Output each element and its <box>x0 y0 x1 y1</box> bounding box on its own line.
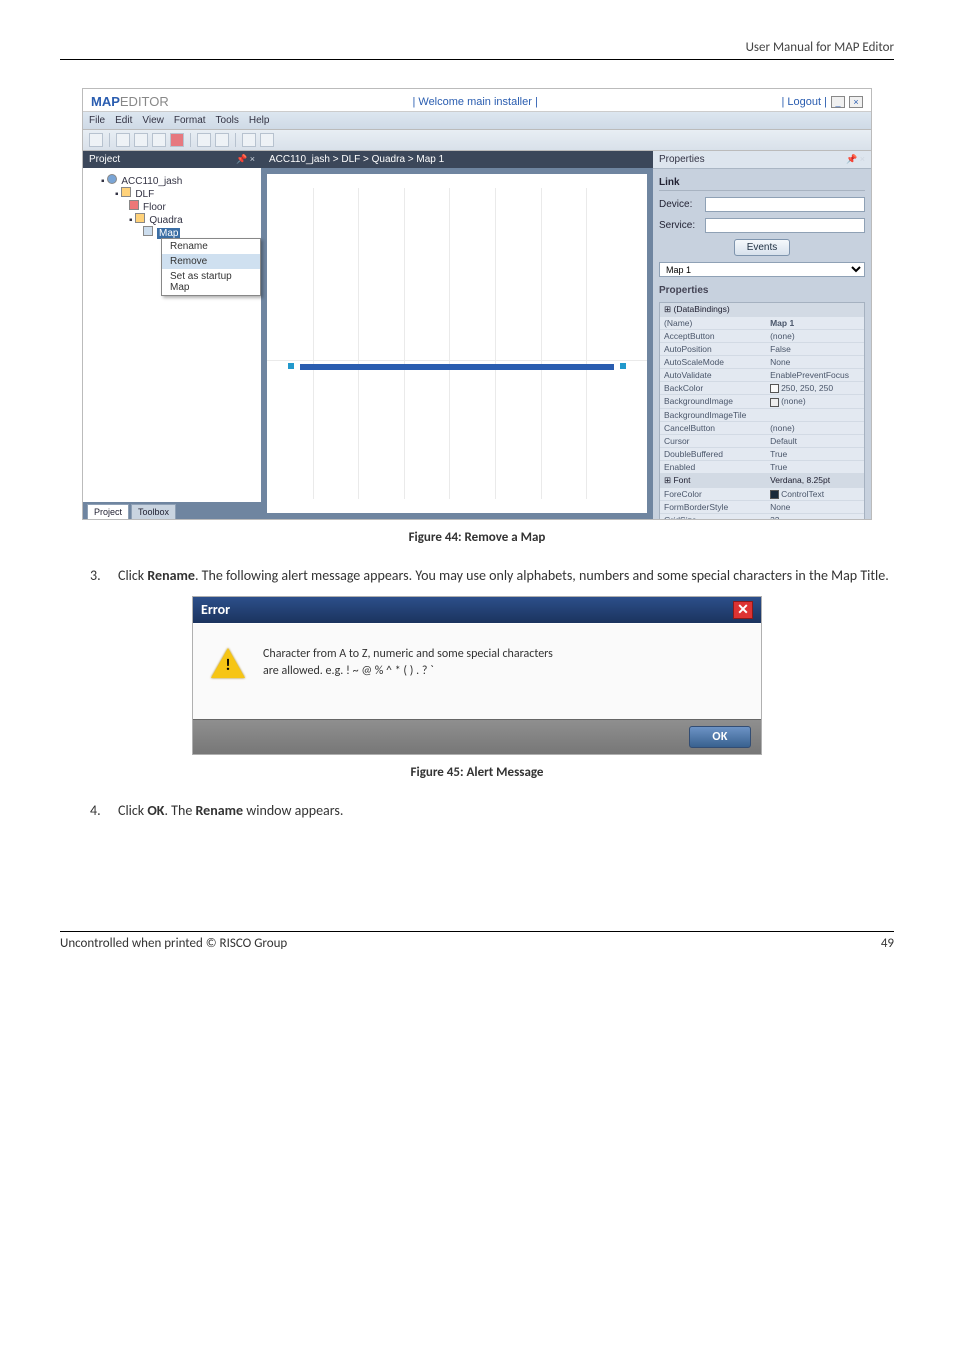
error-message: Character from A to Z, numeric and some … <box>263 646 553 680</box>
warning-icon: ! <box>211 648 245 678</box>
menu-file[interactable]: File <box>89 115 105 126</box>
menu-edit[interactable]: Edit <box>115 115 132 126</box>
toolbar-icon[interactable] <box>197 133 211 147</box>
ctx-remove[interactable]: Remove <box>162 254 260 269</box>
page-footer: Uncontrolled when printed © RISCO Group … <box>60 931 894 951</box>
tab-toolbox[interactable]: Toolbox <box>131 504 176 519</box>
service-label: Service: <box>659 220 699 231</box>
context-menu: Rename Remove Set as startup Map <box>161 238 261 296</box>
step-4: 4. Click OK. The Rename window appears. <box>90 802 894 821</box>
figure44-caption: Figure 44: Remove a Map <box>60 530 894 545</box>
toolbar-icon[interactable] <box>152 133 166 147</box>
screenshot-map-editor: MAPEDITOR | Welcome main installer | | L… <box>82 88 872 520</box>
map-canvas[interactable] <box>267 174 647 513</box>
figure45-caption: Figure 45: Alert Message <box>60 765 894 780</box>
ctx-startup[interactable]: Set as startup Map <box>162 269 260 295</box>
close-icon[interactable]: ✕ <box>733 601 753 619</box>
close-icon[interactable]: × <box>849 96 863 108</box>
tree-root[interactable]: ▪ ACC110_jash ▪ DLF Floor ▪ Quadra Map <box>101 174 257 239</box>
ok-button[interactable]: OK <box>689 726 751 748</box>
tree-dlf[interactable]: ▪ DLF Floor ▪ Quadra Map <box>115 187 257 239</box>
menu-help[interactable]: Help <box>249 115 270 126</box>
menu-format[interactable]: Format <box>174 115 206 126</box>
service-input[interactable] <box>705 218 865 233</box>
app-brand: MAPEDITOR <box>91 94 169 109</box>
tab-project[interactable]: Project <box>87 504 129 519</box>
app-titlebar: MAPEDITOR | Welcome main installer | | L… <box>83 89 871 111</box>
error-titlebar: Error ✕ <box>193 597 761 623</box>
toolbar-icon[interactable] <box>242 133 256 147</box>
properties-title: Properties <box>659 154 705 165</box>
project-panel: Project 📌 × ▪ ACC110_jash ▪ DLF Floor ▪ … <box>83 151 261 519</box>
page-header: User Manual for MAP Editor <box>60 40 894 60</box>
tree-floor[interactable]: Floor <box>129 200 257 213</box>
welcome-text: | Welcome main installer | <box>412 96 537 108</box>
propgrid-heading: Properties <box>659 285 865 296</box>
link-heading: Link <box>659 175 865 191</box>
screenshot-error-dialog: Error ✕ ! Character from A to Z, numeric… <box>192 596 762 756</box>
events-button[interactable]: Events <box>734 239 791 256</box>
menu-bar: File Edit View Format Tools Help <box>83 111 871 130</box>
pin-icon[interactable]: 📌 × <box>846 154 865 165</box>
properties-panel: Properties 📌 × Link Device: Service: Eve… <box>653 151 871 519</box>
device-input[interactable] <box>705 197 865 212</box>
menu-tools[interactable]: Tools <box>216 115 239 126</box>
ctx-rename[interactable]: Rename <box>162 239 260 254</box>
toolbar-icon[interactable] <box>170 133 184 147</box>
toolbar-icon[interactable] <box>134 133 148 147</box>
toolbar-icon[interactable] <box>116 133 130 147</box>
breadcrumb: ACC110_jash > DLF > Quadra > Map 1 <box>261 151 653 168</box>
logout-link[interactable]: | Logout | <box>782 96 827 108</box>
minimize-icon[interactable]: _ <box>831 96 845 108</box>
step-3: 3. Click Rename. The following alert mes… <box>90 567 894 586</box>
project-panel-title: Project <box>89 154 120 165</box>
error-title: Error <box>201 601 230 618</box>
toolbar <box>83 130 871 151</box>
tree-quadra[interactable]: ▪ Quadra Map <box>129 213 257 239</box>
toolbar-icon[interactable] <box>260 133 274 147</box>
canvas-panel: ACC110_jash > DLF > Quadra > Map 1 <box>261 151 653 519</box>
property-grid[interactable]: ⊞ (DataBindings) (Name)Map 1 AcceptButto… <box>659 302 865 519</box>
toolbar-icon[interactable] <box>215 133 229 147</box>
footer-left: Uncontrolled when printed © RISCO Group <box>60 936 287 951</box>
pin-icon[interactable]: 📌 × <box>236 154 255 165</box>
footer-right: 49 <box>881 936 894 951</box>
menu-view[interactable]: View <box>142 115 164 126</box>
toolbar-icon[interactable] <box>89 133 103 147</box>
map-select[interactable]: Map 1 <box>659 262 865 277</box>
device-label: Device: <box>659 199 699 210</box>
